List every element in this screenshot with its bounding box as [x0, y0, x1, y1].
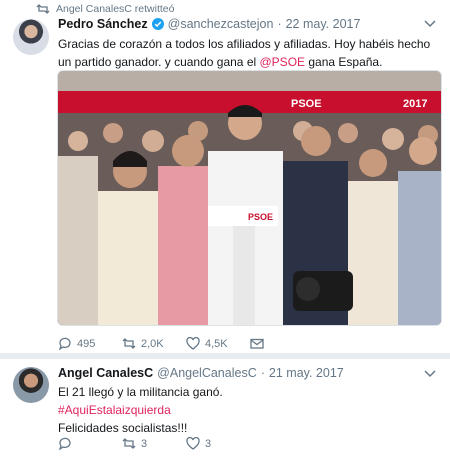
- retweet-icon: [122, 438, 136, 449]
- retweet-button[interactable]: 3: [122, 437, 186, 450]
- photo-illustration: PSOE 2017 PSOE: [58, 71, 441, 325]
- author-name[interactable]: Angel CanalesC: [58, 366, 153, 380]
- mention-link[interactable]: @PSOE: [260, 55, 306, 69]
- tweet-actions: 495 2,0K 4,5K: [58, 337, 270, 350]
- separator-dot: ·: [277, 17, 282, 31]
- author-handle[interactable]: @sanchezcastejon: [168, 17, 274, 31]
- tweet-line: El 21 llegó y la militancia ganó.: [58, 385, 223, 399]
- reply-icon: [59, 437, 71, 450]
- retweet-count: 3: [141, 437, 148, 450]
- reply-button[interactable]: [58, 437, 122, 450]
- banner-label: PSOE: [291, 98, 322, 110]
- like-button[interactable]: 4,5K: [186, 337, 250, 350]
- author-handle[interactable]: @AngelCanalesC: [157, 366, 257, 380]
- tweet-text: Gracias de corazón a todos los afiliados…: [58, 35, 438, 71]
- lectern-label: PSOE: [248, 212, 273, 222]
- chevron-down-icon[interactable]: [424, 370, 436, 378]
- reply-button[interactable]: 495: [58, 337, 122, 350]
- banner-year: 2017: [403, 98, 427, 110]
- avatar[interactable]: [13, 367, 49, 403]
- separator-dot: ·: [260, 366, 265, 380]
- heart-icon: [186, 437, 200, 450]
- author-name[interactable]: Pedro Sánchez: [58, 17, 148, 31]
- tweet-date[interactable]: 21 may. 2017: [269, 366, 344, 380]
- like-count: 4,5K: [205, 337, 228, 350]
- tweet-text: El 21 llegó y la militancia ganó. #AquiE…: [58, 383, 438, 437]
- verified-icon: [151, 18, 164, 30]
- retweet-icon: [122, 338, 136, 349]
- tweet-text-part: gana España.: [305, 55, 383, 69]
- mail-icon: [250, 338, 264, 349]
- tweet-line: Felicidades socialistas!!!: [58, 421, 188, 435]
- tweet-header: Pedro Sánchez @sanchezcastejon · 22 may.…: [58, 17, 360, 31]
- tweet-header: Angel CanalesC @AngelCanalesC · 21 may. …: [58, 366, 344, 380]
- reply-count: 495: [77, 337, 96, 350]
- heart-icon: [186, 337, 200, 350]
- reply-icon: [59, 337, 71, 350]
- tweet-actions: 3 3: [58, 437, 250, 450]
- like-button[interactable]: 3: [186, 437, 250, 450]
- retweet-button[interactable]: 2,0K: [122, 337, 186, 350]
- hashtag-link[interactable]: #AquiEstalaizquierda: [58, 401, 438, 419]
- tweet-date[interactable]: 22 may. 2017: [286, 17, 361, 31]
- retweet-count: 2,0K: [141, 337, 164, 350]
- tweet-photo[interactable]: PSOE 2017 PSOE: [57, 70, 442, 326]
- chevron-down-icon[interactable]: [424, 20, 436, 28]
- avatar[interactable]: [13, 19, 49, 55]
- direct-message-button[interactable]: [250, 337, 270, 350]
- like-count: 3: [205, 437, 212, 450]
